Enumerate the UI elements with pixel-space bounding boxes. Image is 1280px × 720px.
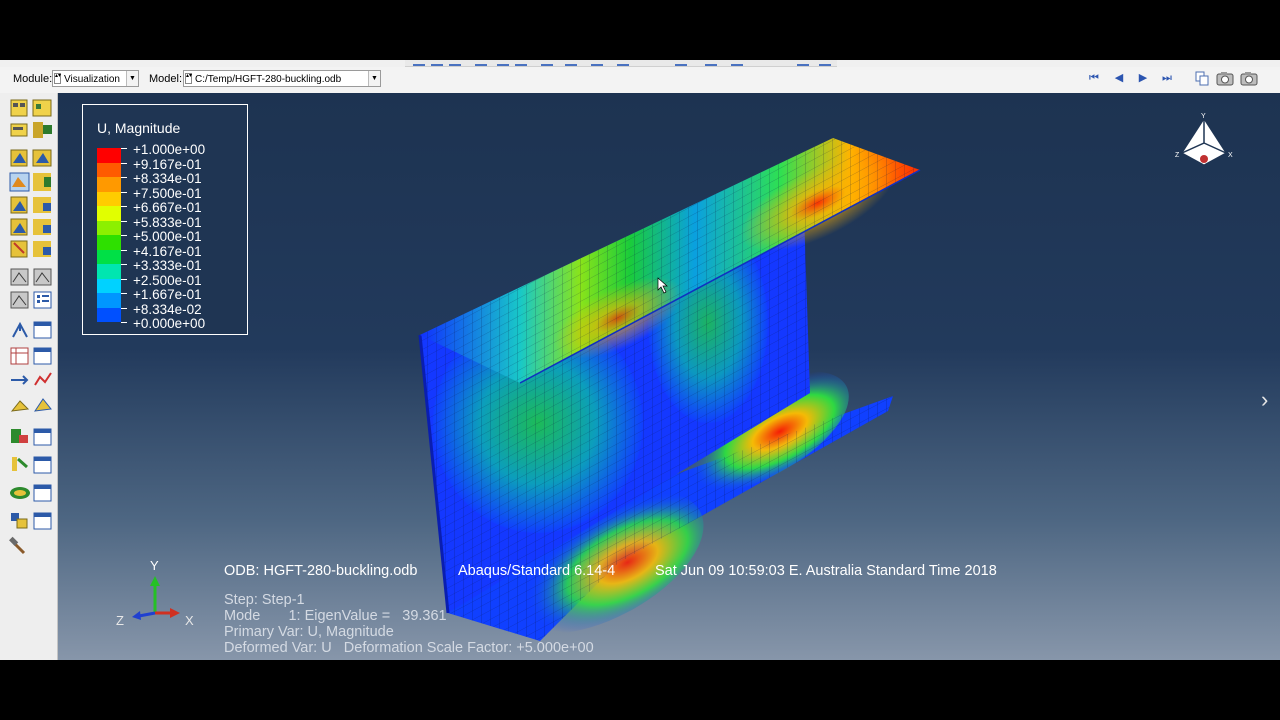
view-cube-z: Z (1175, 152, 1180, 159)
toolbox-tool-icon[interactable] (10, 240, 28, 258)
axis-triad-icon: Y X Z (116, 558, 194, 628)
mode-text: Mode 1: EigenValue = 39.361 (224, 608, 447, 624)
solver-text: Abaqus/Standard 6.14-4 (458, 563, 616, 579)
toolbox-tool-icon[interactable] (32, 99, 52, 117)
toolbox-tool-icon[interactable] (10, 487, 30, 499)
toolbox-tool-icon[interactable] (33, 484, 52, 502)
toolbox-tool-icon[interactable] (10, 291, 29, 309)
view-cube-y: Y (1201, 113, 1206, 120)
toolbox-tool-icon[interactable] (33, 428, 52, 446)
step-forward-icon[interactable]: ▶ (1134, 71, 1152, 85)
triad-y-label: Y (150, 558, 159, 573)
camera-options-icon[interactable] (1240, 71, 1258, 86)
toolbox-tool-icon[interactable] (10, 149, 28, 167)
context-bar: Module: ▴▾ Visualization ▼ Model: ▴▾ C:/… (0, 67, 1280, 93)
toolbox-tool-icon[interactable] (10, 347, 29, 365)
toolbox-tool-icon[interactable] (9, 172, 30, 192)
triad-z-label: Z (116, 613, 124, 628)
toolbox-tool-icon[interactable] (33, 268, 52, 286)
odb-name-text: ODB: HGFT-280-buckling.odb (224, 563, 418, 579)
toolbox-tool-icon[interactable] (33, 321, 52, 339)
toolbox-tool-icon[interactable] (33, 173, 51, 191)
graphics-viewport[interactable]: U, Magnitude +1.000e+00 +9.167e-01 +8.334e… (58, 93, 1280, 660)
model-combo[interactable]: ▴▾ C:/Temp/HGFT-280-buckling.odb ▼ (183, 70, 381, 87)
toolbox-tool-icon[interactable] (34, 372, 52, 386)
toolbox-icons (9, 99, 52, 555)
toolbox-tool-icon[interactable] (11, 429, 28, 443)
toolbox-tool-icon[interactable] (10, 99, 28, 117)
toolbox-tool-icon[interactable] (33, 122, 52, 138)
toolbox-tool-icon[interactable] (10, 196, 28, 214)
spin-icon: ▴▾ (185, 73, 192, 84)
module-value: Visualization (64, 74, 120, 85)
view-cube-x: X (1228, 152, 1233, 159)
module-combo[interactable]: ▴▾ Visualization ▼ (52, 70, 139, 87)
skip-last-icon[interactable]: ⏭ (1158, 71, 1176, 85)
chevron-down-icon: ▼ (368, 71, 380, 86)
toolbox-tool-icon[interactable] (33, 291, 52, 309)
toolbox (0, 93, 58, 660)
date-text: Sat Jun 09 10:59:03 E. Australia Standar… (655, 563, 997, 579)
step-back-icon[interactable]: ◀ (1110, 71, 1128, 85)
chevron-down-icon: ▼ (126, 71, 138, 86)
skip-first-icon[interactable]: ⏮ (1085, 71, 1103, 85)
toolbox-tool-icon[interactable] (10, 268, 29, 286)
toolbox-tool-icon[interactable] (33, 219, 51, 235)
module-label: Module: (13, 73, 53, 85)
camera-icon[interactable] (1216, 71, 1234, 86)
toolbox-tool-icon[interactable] (33, 197, 51, 213)
main-toolbar-strip (405, 60, 837, 67)
toolbox-tool-icon[interactable] (33, 398, 52, 412)
toolbox-tool-icon[interactable] (12, 321, 28, 338)
model-label: Model: (149, 73, 183, 85)
toolbox-tool-icon[interactable] (33, 241, 51, 257)
chevron-right-icon[interactable]: › (1261, 387, 1268, 413)
step-text: Step: Step-1 (224, 592, 305, 608)
copy-icon[interactable] (1193, 71, 1211, 86)
primary-var-text: Primary Var: U, Magnitude (224, 624, 394, 640)
model-value: C:/Temp/HGFT-280-buckling.odb (195, 74, 342, 85)
spin-icon: ▴▾ (54, 73, 61, 84)
toolbox-tool-icon[interactable] (33, 456, 52, 474)
toolbox-tool-icon[interactable] (32, 149, 52, 167)
hammer-icon[interactable] (9, 536, 26, 555)
abaqus-window: Module: ▴▾ Visualization ▼ Model: ▴▾ C:/… (0, 60, 1280, 660)
toolbox-tool-icon[interactable] (10, 123, 28, 137)
deformed-var-text: Deformed Var: U Deformation Scale Factor… (224, 640, 594, 656)
toolbox-tool-icon[interactable] (10, 400, 30, 412)
toolbox-tool-icon[interactable] (11, 513, 28, 529)
triad-x-label: X (185, 613, 194, 628)
view-cube-icon[interactable]: Y X Z (1174, 113, 1234, 173)
toolbox-tool-icon[interactable] (11, 375, 29, 385)
toolbox-tool-icon[interactable] (10, 218, 28, 236)
toolbox-tool-icon[interactable] (33, 512, 52, 530)
toolbox-tool-icon[interactable] (33, 347, 52, 365)
toolbox-tool-icon[interactable] (12, 457, 28, 471)
